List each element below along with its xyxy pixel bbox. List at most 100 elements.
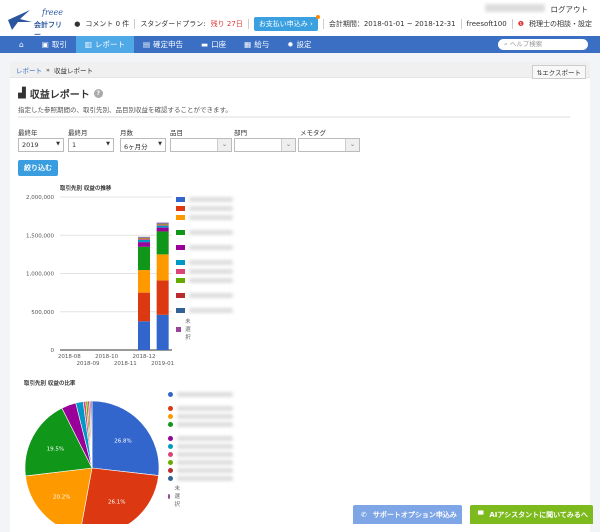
- legend-item: [168, 452, 233, 457]
- legend-item: [176, 293, 233, 298]
- bar-segment: [157, 223, 169, 224]
- inbox-icon: ▣: [42, 40, 49, 49]
- label-months: 月数: [120, 127, 133, 137]
- x-tick-label: 2018-09: [77, 361, 100, 367]
- breadcrumb-reports[interactable]: レポート: [16, 65, 42, 75]
- nav-accounts[interactable]: ▬口座: [192, 36, 235, 53]
- legend-label-redacted: [189, 308, 233, 313]
- help-icon[interactable]: ?: [94, 89, 103, 98]
- pie-chart: 26.8%26.1%20.2%19.5%: [0, 390, 170, 524]
- report-icon: ▟: [18, 88, 26, 99]
- department-select[interactable]: ⌄: [234, 138, 296, 152]
- legend-dot: [168, 392, 173, 397]
- comment-icon: ●: [74, 20, 80, 28]
- ai-assistant-button[interactable]: ▀AIアシスタントに聞いてみるへ: [470, 505, 593, 524]
- item-select[interactable]: ⌄: [170, 138, 232, 152]
- legend-label-redacted: [177, 422, 233, 427]
- legend-swatch: [176, 230, 185, 235]
- export-button[interactable]: ⇅エクスポート: [532, 65, 586, 79]
- legend-item: [168, 436, 233, 441]
- bar-segment: [157, 280, 169, 314]
- legend-item: [176, 245, 233, 250]
- advisor-link[interactable]: 税理士の相談・設定: [529, 19, 592, 29]
- bar-segment: [138, 238, 150, 239]
- legend-item: [176, 260, 233, 265]
- help-search-input[interactable]: ⌕ ヘルプ検索: [498, 39, 588, 50]
- logo-brand: freee: [42, 8, 63, 17]
- legend-label-redacted: [189, 260, 233, 265]
- bar-segment: [157, 226, 169, 228]
- months-select[interactable]: 6ヶ月分▼: [120, 138, 166, 152]
- label-memo-tag: メモタグ: [300, 127, 326, 137]
- legend-label-redacted: [189, 245, 233, 250]
- nav-transactions[interactable]: ▣取引: [33, 36, 76, 53]
- legend-dot: [168, 468, 173, 473]
- plan-remaining: 残り 27日: [211, 19, 243, 29]
- legend-label-redacted: [189, 293, 233, 298]
- label-year: 最終年: [18, 127, 38, 137]
- legend-label-redacted: [177, 406, 233, 411]
- x-tick-label: 2018-11: [114, 361, 137, 367]
- legend-item: [168, 392, 233, 397]
- page-title: ▟収益レポート?: [18, 86, 103, 101]
- nav-home[interactable]: ⌂: [10, 36, 33, 53]
- bar-segment: [138, 242, 150, 247]
- pay-button[interactable]: お支払い申込み ›: [254, 17, 318, 31]
- bar-segment: [138, 239, 150, 240]
- y-tick-label: 500,000: [31, 310, 54, 316]
- freee-logo[interactable]: freee 会計フリー: [8, 8, 68, 32]
- nav-tax-return[interactable]: ▤確定申告: [134, 36, 192, 53]
- legend-swatch: [176, 308, 185, 313]
- legend-dot: [168, 414, 173, 419]
- filter-submit-button[interactable]: 絞り込む: [18, 160, 58, 176]
- memo-tag-select[interactable]: ⌄: [298, 138, 360, 152]
- x-tick-label: 2019-01: [151, 361, 174, 367]
- legend-item: [176, 269, 233, 274]
- chevron-down-icon: ⌄: [281, 139, 295, 151]
- breadcrumb-current: 収益レポート: [54, 65, 93, 75]
- pie-slice-label: 20.2%: [53, 494, 70, 500]
- legend-label: 未選択: [174, 484, 182, 508]
- legend-swatch: [176, 206, 185, 211]
- legend-item: [176, 197, 233, 202]
- legend-item: 未選択: [176, 317, 195, 341]
- x-tick-label: 2018-08: [58, 354, 81, 360]
- legend-swatch: [176, 260, 185, 265]
- legend-label: 未選択: [185, 317, 194, 341]
- legend-item: [176, 206, 233, 211]
- dropdown-arrow-icon: ▼: [106, 141, 110, 147]
- legend-label-redacted: [189, 278, 233, 283]
- support-option-button[interactable]: ✆サポートオプション申込み: [353, 505, 462, 524]
- nav-reports[interactable]: ▥レポート: [76, 36, 134, 53]
- legend-label-redacted: [189, 197, 233, 202]
- label-month: 最終月: [68, 127, 88, 137]
- legend-dot: [168, 460, 173, 465]
- dropdown-arrow-icon: ▼: [158, 141, 162, 147]
- legend-label-redacted: [189, 269, 233, 274]
- legend-swatch: [176, 245, 185, 250]
- legend-item: [168, 468, 233, 473]
- nav-payroll[interactable]: ▦給与: [235, 36, 278, 53]
- bar-segment: [157, 223, 169, 224]
- month-select[interactable]: 1▼: [68, 138, 114, 152]
- dropdown-arrow-icon: ▼: [56, 141, 60, 147]
- main-nav: ⌂ ▣取引 ▥レポート ▤確定申告 ▬口座 ▦給与 ✹設定 ⌕ ヘルプ検索: [0, 36, 600, 53]
- card-icon: ▬: [201, 40, 208, 49]
- comments-link[interactable]: コメント 0 件: [85, 19, 129, 29]
- legend-label-redacted: [177, 452, 233, 457]
- legend-label-redacted: [177, 468, 233, 473]
- chat-icon: ▀: [478, 511, 483, 519]
- period-link[interactable]: 会計期間：2018-01-01 ~ 2018-12-31: [329, 19, 456, 29]
- year-select[interactable]: 2019▼: [18, 138, 64, 152]
- legend-item: [176, 230, 233, 235]
- bar-segment: [157, 254, 169, 280]
- book-icon: ▤: [143, 40, 150, 49]
- y-tick-label: 1,000,000: [26, 272, 54, 278]
- company-link[interactable]: freesoft100: [467, 20, 507, 28]
- nav-settings[interactable]: ✹設定: [278, 36, 320, 53]
- legend-dot: [168, 494, 170, 499]
- logout-link[interactable]: ログアウト: [551, 5, 589, 14]
- bar-segment: [138, 240, 150, 242]
- pie-slice-label: 26.1%: [108, 499, 125, 505]
- legend-item: [168, 476, 233, 481]
